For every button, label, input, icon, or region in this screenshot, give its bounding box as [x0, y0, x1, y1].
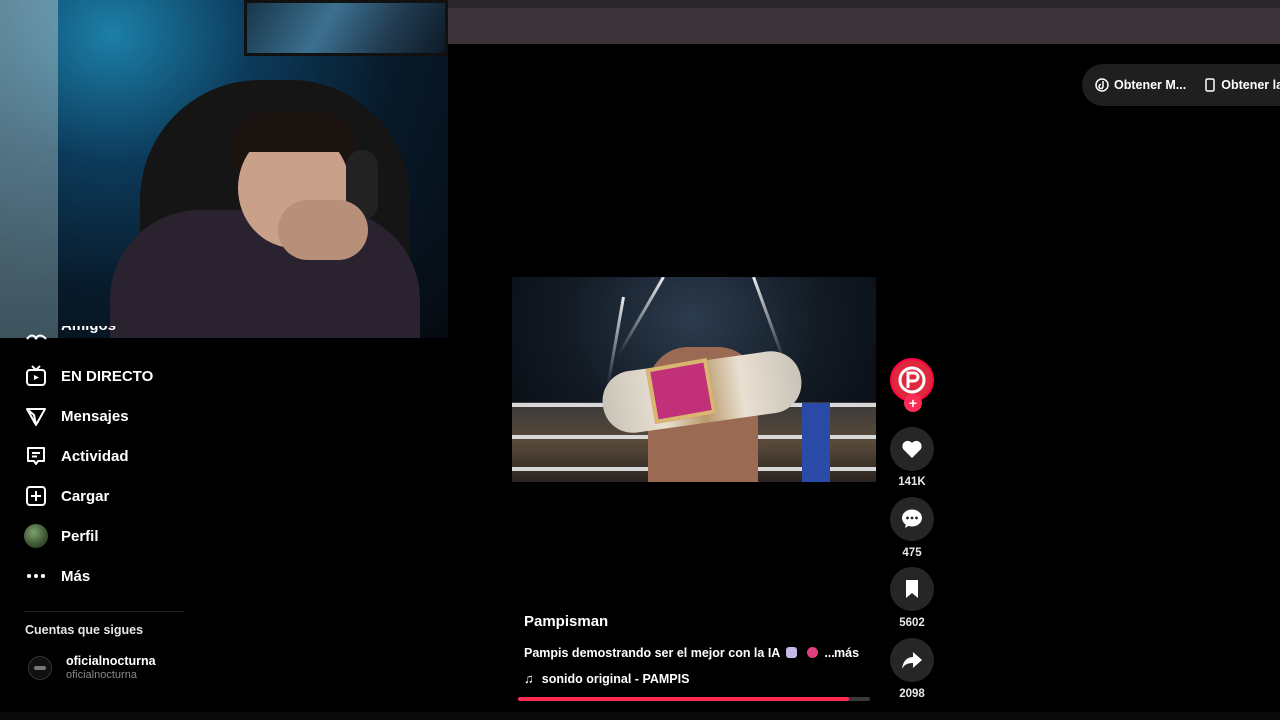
video-progress-bar[interactable]	[518, 697, 870, 701]
account-name: oficialnocturna	[66, 654, 156, 668]
phone-icon	[1205, 78, 1215, 92]
sidebar-item-label: Más	[61, 567, 91, 585]
sidebar-item-activity[interactable]: Actividad	[24, 443, 129, 469]
live-tv-icon	[24, 364, 48, 388]
heart-icon	[902, 440, 922, 458]
sidebar-item-upload[interactable]: Cargar	[24, 483, 109, 509]
pill-label: Obtener la	[1221, 78, 1280, 92]
sidebar: Amigos EN DIRECTO Mensajes Actividad Car…	[0, 326, 200, 720]
more-dots-icon	[24, 564, 48, 588]
header-pills: Obtener M... Obtener la	[1082, 64, 1280, 106]
sidebar-item-profile[interactable]: Perfil	[24, 523, 99, 549]
sidebar-item-label: Mensajes	[61, 407, 129, 425]
browser-url-bar[interactable]	[448, 0, 1280, 8]
like-button[interactable]	[890, 427, 934, 471]
save-count: 5602	[899, 617, 925, 629]
creator-logo-icon	[898, 366, 926, 394]
get-app-button[interactable]: Obtener la	[1204, 78, 1280, 92]
webcam-monitor	[244, 0, 448, 56]
boxing-glove-emoji-icon	[806, 647, 818, 658]
sidebar-item-label: EN DIRECTO	[61, 367, 154, 385]
upload-plus-icon	[24, 484, 48, 508]
like-count: 141K	[898, 476, 926, 488]
video-sound[interactable]: ♫ sonido original - PAMPIS	[524, 671, 689, 686]
sidebar-item-messages[interactable]: Mensajes	[24, 403, 129, 429]
get-coins-button[interactable]: Obtener M...	[1095, 78, 1186, 92]
sidebar-item-label: Perfil	[61, 527, 99, 545]
profile-avatar-wrap	[24, 524, 48, 548]
following-title: Cuentas que sigues	[25, 623, 144, 637]
music-note-icon: ♫	[524, 671, 534, 686]
sidebar-item-label: Actividad	[61, 447, 129, 465]
stage-light	[617, 277, 665, 356]
video-author[interactable]: Pampisman	[524, 613, 608, 630]
comment-button[interactable]	[890, 497, 934, 541]
webcam-wall	[0, 0, 58, 338]
video-player[interactable]	[512, 277, 876, 482]
following-account[interactable]: oficialnocturna oficialnocturna	[28, 654, 156, 681]
browser-toolbar	[448, 0, 1280, 44]
webcam-hair-front	[232, 112, 356, 152]
webcam-overlay	[0, 0, 448, 338]
more-button[interactable]: más	[834, 646, 859, 660]
video-progress-fill	[518, 697, 849, 701]
sidebar-item-live[interactable]: EN DIRECTO	[24, 363, 153, 389]
belt-plate	[645, 358, 717, 424]
sidebar-divider	[24, 611, 184, 612]
screen-bottom-edge	[0, 712, 1280, 720]
robot-emoji-icon	[786, 647, 798, 658]
share-count: 2098	[899, 688, 925, 700]
save-button[interactable]	[890, 567, 934, 611]
pill-label: Obtener M...	[1114, 78, 1187, 92]
bookmark-icon	[906, 580, 918, 598]
account-handle: oficialnocturna	[66, 669, 137, 681]
stage-light	[752, 277, 786, 363]
sidebar-item-label: Amigos	[61, 326, 144, 334]
follow-plus-icon[interactable]: +	[904, 394, 922, 412]
share-button[interactable]	[890, 638, 934, 682]
video-description: Pampis demostrando ser el mejor con la I…	[524, 646, 835, 660]
tiktok-icon	[1095, 78, 1109, 92]
account-avatar	[28, 655, 52, 680]
ring-post	[802, 403, 830, 482]
activity-icon	[24, 444, 48, 468]
profile-avatar	[24, 524, 48, 548]
share-icon	[902, 652, 922, 669]
sidebar-item-more[interactable]: Más	[24, 563, 90, 589]
comment-count: 475	[902, 547, 922, 559]
friends-icon	[26, 334, 47, 340]
sound-label: sonido original - PAMPIS	[541, 671, 690, 686]
send-icon	[24, 404, 48, 428]
creator-avatar[interactable]: +	[890, 358, 934, 412]
webcam-hand	[278, 200, 368, 260]
comment-icon	[902, 509, 922, 528]
sidebar-item-label: Cargar	[61, 487, 110, 505]
description-text: Pampis demostrando ser el mejor con la I…	[524, 646, 780, 660]
